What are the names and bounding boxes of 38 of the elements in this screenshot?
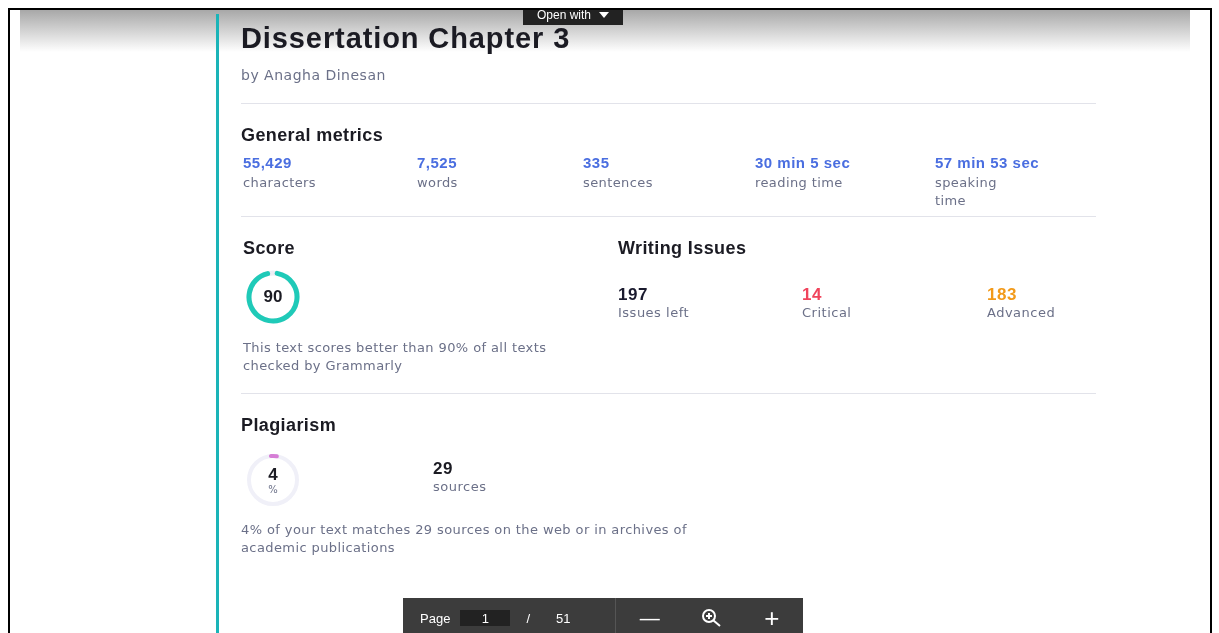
- sources-label: sources: [433, 478, 487, 494]
- page-separator: /: [526, 610, 530, 626]
- section-heading: General metrics: [241, 125, 385, 146]
- metric-label: characters: [243, 174, 318, 192]
- metric-label: sentences: [583, 174, 654, 192]
- metric-value: 335: [583, 154, 611, 171]
- page-label: Page: [420, 610, 451, 626]
- caret-icon: [599, 12, 610, 18]
- metric-value: 57 min 53 sec: [935, 154, 1041, 171]
- plagiarism-description: 4% of your text matches 29 sources on the web or in archives of academic publications: [241, 521, 688, 557]
- issue-count: 197: [618, 285, 649, 305]
- issue-label: Advanced: [987, 305, 1057, 320]
- section-heading: Plagiarism: [241, 415, 338, 436]
- metric-label: reading time: [755, 174, 844, 192]
- section-heading: Writing Issues: [618, 238, 748, 259]
- section-heading: Score: [243, 238, 297, 259]
- metric-label: speaking time: [935, 174, 998, 210]
- metric-value: 30 min 5 sec: [755, 154, 852, 171]
- issue-count: 183: [987, 285, 1018, 305]
- plagiarism-value: 4: [268, 465, 278, 485]
- issue-label: Critical: [802, 305, 853, 320]
- document-author: by Anagha Dinesan: [241, 67, 387, 83]
- metric-label: words: [417, 174, 459, 192]
- page-count: 51: [556, 610, 571, 626]
- score-description: This text scores better than 90% of all texts checked by Grammarly: [243, 339, 548, 375]
- percent-unit: %: [268, 485, 278, 495]
- zoom-out-button[interactable]: —: [633, 606, 666, 630]
- page-number-field[interactable]: 1: [460, 610, 511, 626]
- zoom-icon[interactable]: [700, 608, 723, 628]
- score-value: 90: [263, 287, 283, 307]
- issue-label: Issues left: [618, 305, 691, 320]
- metric-value: 55,429: [243, 154, 293, 171]
- open-with-button[interactable]: Open with: [523, 10, 624, 25]
- zoom-in-button[interactable]: +: [758, 602, 786, 633]
- document-title: Dissertation Chapter 3: [241, 24, 571, 53]
- metric-value: 7,525: [417, 154, 459, 171]
- sources-count: 29: [433, 458, 454, 479]
- issue-count: 14: [802, 285, 823, 305]
